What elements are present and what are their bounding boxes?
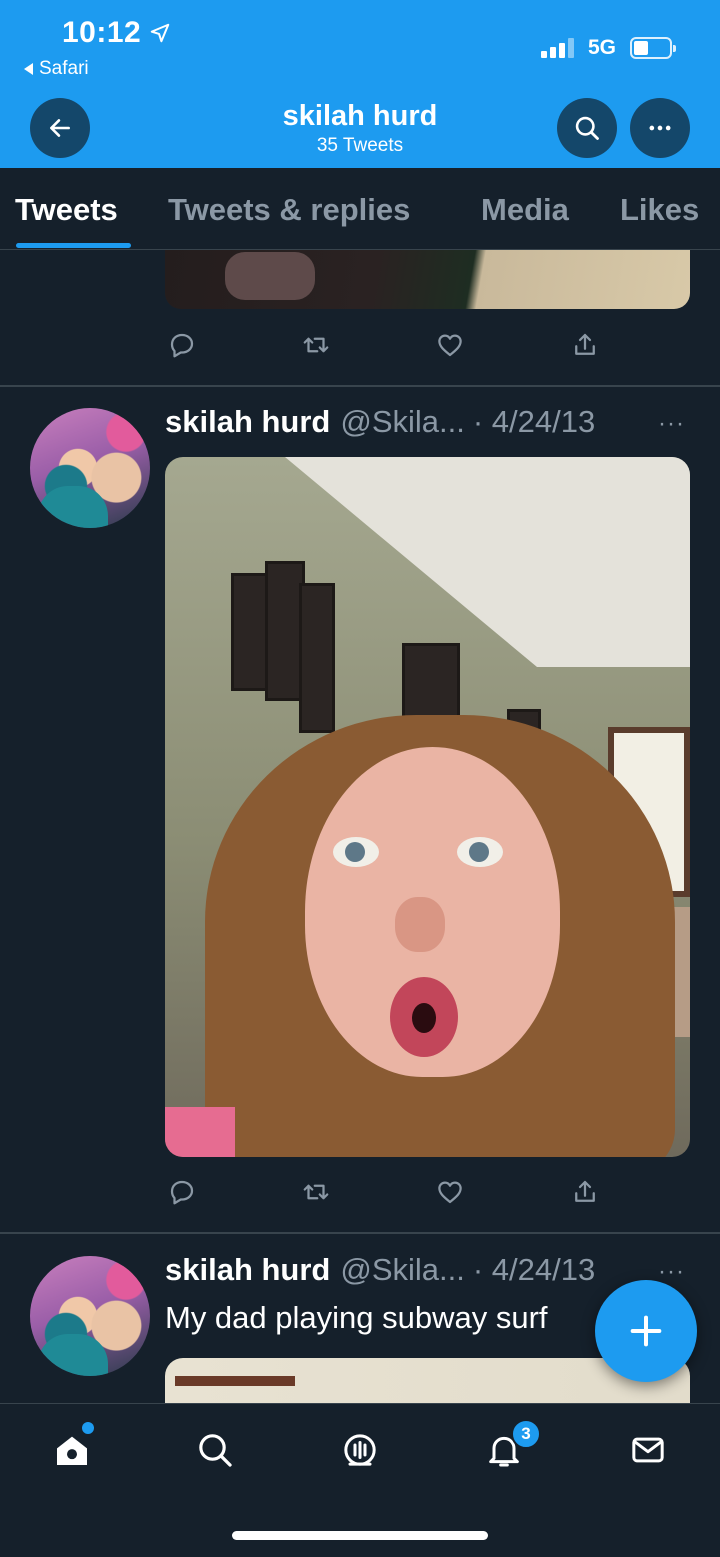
messages-icon [632,1437,664,1463]
signal-icon [540,38,574,58]
compose-tweet-button[interactable] [595,1280,697,1382]
status-indicators: 5G [540,36,676,60]
share-icon[interactable] [568,328,602,362]
tab-likes[interactable]: Likes [620,192,699,228]
tweet-photo[interactable] [165,457,690,1157]
retweet-icon[interactable] [299,1175,333,1209]
like-icon[interactable] [433,328,467,362]
status-time: 10:12 [62,16,171,50]
battery-icon [630,37,676,59]
like-icon[interactable] [433,1175,467,1209]
tweet-date: · 4/24/13 [472,404,596,439]
profile-name: skilah hurd [282,100,438,132]
tab-media[interactable]: Media [481,192,569,228]
tweet-media-previous[interactable] [165,250,690,309]
tweet-actions [165,1175,605,1211]
back-to-safari[interactable]: Safari [24,58,89,80]
search-button[interactable] [557,98,617,158]
tweet-more-icon[interactable]: ··· [658,410,685,438]
active-tab-indicator [16,243,131,248]
avatar[interactable] [30,1256,150,1376]
nav-messages[interactable] [626,1428,670,1472]
tab-tweets-replies[interactable]: Tweets & replies [168,192,410,228]
back-button[interactable] [30,98,90,158]
home-indicator [232,1531,488,1540]
tweet-author-handle[interactable]: @Skila... [340,1252,465,1288]
tweet-author-name[interactable]: skilah hurd [165,1252,330,1288]
share-icon[interactable] [568,1175,602,1209]
tweet-author-handle[interactable]: @Skila... [340,404,465,440]
more-horizontal-icon [649,125,671,131]
nav-spaces[interactable] [338,1428,382,1472]
tab-tweets[interactable]: Tweets [15,192,118,228]
tweet-header: skilah hurd @Skila... · 4/24/13 [165,1252,595,1288]
tweet-date: · 4/24/13 [472,1252,596,1287]
tweet-divider [0,385,720,387]
plus-icon [630,1315,662,1347]
retweet-icon[interactable] [299,328,333,362]
search-icon [199,1434,232,1467]
tweet-header: skilah hurd @Skila... · 4/24/13 [165,404,595,440]
location-arrow-icon [150,23,170,43]
nav-search[interactable] [193,1428,237,1472]
reply-icon[interactable] [165,1175,199,1209]
arrow-left-icon [50,119,70,137]
status-time-text: 10:12 [62,16,142,49]
spaces-icon [344,1434,376,1466]
search-icon [575,116,599,140]
profile-header: 10:12 Safari 5G skilah hurd 35 Tweets [0,0,720,168]
tweet-author-name[interactable]: skilah hurd [165,404,330,440]
tweet-count: 35 Tweets [316,135,404,156]
back-triangle-icon [24,63,33,75]
tweet-divider [0,1232,720,1234]
tweet-actions-previous [165,328,605,364]
tweet-text: My dad playing subway surf [165,1300,548,1335]
back-app-label: Safari [39,58,89,79]
notification-badge: 3 [511,1419,541,1449]
profile-title: skilah hurd 35 Tweets [200,100,520,157]
nav-home[interactable] [50,1428,94,1472]
more-options-button[interactable] [630,98,690,158]
home-icon [57,1436,87,1465]
new-content-dot [82,1422,94,1434]
reply-icon[interactable] [165,328,199,362]
profile-tabs: Tweets Tweets & replies Media Likes [0,168,720,250]
avatar[interactable] [30,408,150,528]
network-type: 5G [587,36,616,59]
